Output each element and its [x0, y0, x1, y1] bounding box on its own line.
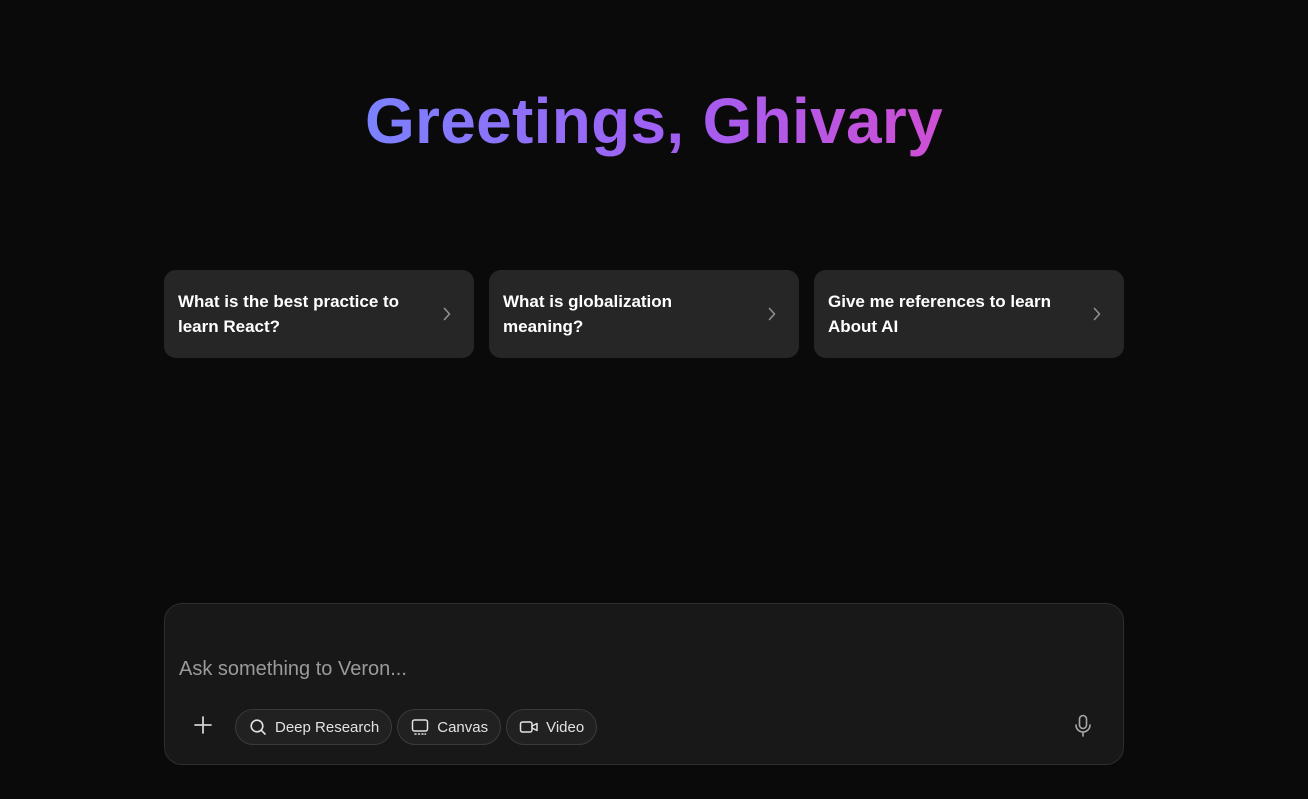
canvas-button[interactable]: Canvas — [397, 709, 502, 745]
search-icon — [248, 717, 268, 737]
suggestion-list: What is the best practice to learn React… — [164, 270, 1124, 358]
deep-research-button[interactable]: Deep Research — [235, 709, 393, 745]
composer-toolbar: Deep Research Canvas Video — [185, 708, 598, 746]
video-label: Video — [546, 718, 585, 736]
suggestion-text: Give me references to learn About AI — [828, 292, 1052, 336]
video-icon — [519, 717, 539, 737]
greeting-text: Greetings, Ghivary — [364, 85, 944, 157]
canvas-icon — [410, 717, 430, 737]
chevron-right-icon — [440, 307, 454, 321]
suggestion-card[interactable]: What is globalization meaning? — [489, 270, 799, 358]
add-attachment-button[interactable] — [185, 709, 221, 745]
plus-icon — [193, 715, 213, 740]
chevron-right-icon — [765, 307, 779, 321]
video-button[interactable]: Video — [506, 709, 598, 745]
page: Greetings, Ghivary What is the best prac… — [0, 0, 1308, 799]
suggestion-card[interactable]: What is the best practice to learn React… — [164, 270, 474, 358]
chat-composer: Deep Research Canvas Video — [164, 603, 1124, 765]
chevron-right-icon — [1090, 307, 1104, 321]
prompt-input[interactable] — [179, 654, 1079, 684]
canvas-label: Canvas — [437, 718, 489, 736]
deep-research-label: Deep Research — [275, 718, 380, 736]
suggestion-card[interactable]: Give me references to learn About AI — [814, 270, 1124, 358]
greeting-heading: Greetings, Ghivary — [0, 84, 1308, 158]
suggestion-text: What is the best practice to learn React… — [178, 292, 400, 336]
suggestion-text: What is globalization meaning? — [503, 292, 673, 336]
microphone-icon — [1073, 714, 1093, 743]
microphone-button[interactable] — [1067, 712, 1099, 744]
